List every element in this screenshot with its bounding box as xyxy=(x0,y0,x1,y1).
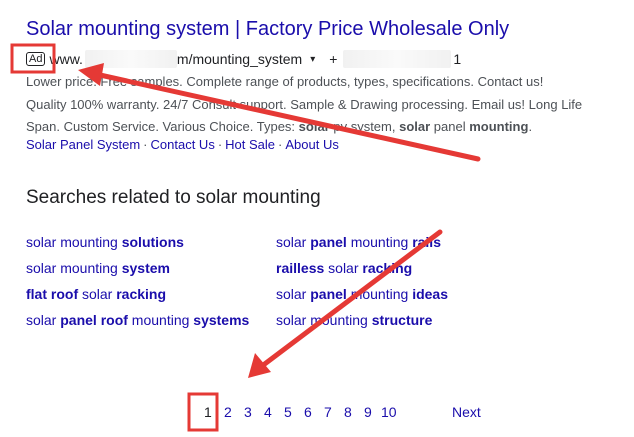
link-bold-text: rails xyxy=(412,234,441,250)
link-text: solar xyxy=(276,286,311,302)
page-link-6[interactable]: 6 xyxy=(304,404,312,420)
desc-text: Span. Custom Service. Various Choice. Ty… xyxy=(26,119,299,134)
page-link-4[interactable]: 4 xyxy=(264,404,272,420)
ad-sitelinks: Solar Panel System · Contact Us · Hot Sale · A… xyxy=(26,137,339,152)
link-text: solar mounting xyxy=(26,234,122,250)
page-current: 1 xyxy=(204,404,212,420)
link-text: solar mounting xyxy=(26,260,122,276)
sitelink-about-us[interactable]: About Us xyxy=(285,137,338,152)
link-bold-text: flat roof xyxy=(26,286,79,302)
desc-text: pv system, xyxy=(329,119,400,134)
redacted-phone-block xyxy=(343,50,452,68)
next-page-link[interactable]: Next xyxy=(452,404,481,420)
link-bold-text: racking xyxy=(362,260,413,276)
desc-text: . xyxy=(528,119,533,134)
link-bold-text: system xyxy=(121,260,170,276)
link-bold-text: panel roof xyxy=(60,312,128,328)
page-link-5[interactable]: 5 xyxy=(284,404,292,420)
ad-phone-prefix: + xyxy=(329,51,338,67)
ad-description: Lower price. Free samples. Complete rang… xyxy=(26,71,626,139)
sitelink-separator: · xyxy=(217,137,223,152)
link-text: solar mounting xyxy=(276,312,372,328)
sitelink-separator: · xyxy=(143,137,148,152)
ad-url-line: Ad www. m/mounting_system ▾ + 1 xyxy=(26,50,461,68)
related-search-link[interactable]: solar panel mounting ideas xyxy=(276,285,448,311)
related-search-link[interactable]: solar mounting system xyxy=(26,259,249,285)
related-search-link[interactable]: railless solar racking xyxy=(276,259,448,285)
sitelink-hot-sale[interactable]: Hot Sale xyxy=(225,137,275,152)
page-link-2[interactable]: 2 xyxy=(224,404,232,420)
desc-text: panel xyxy=(430,119,470,134)
link-text: solar xyxy=(324,260,363,276)
page-link-9[interactable]: 9 xyxy=(364,404,372,420)
related-search-link[interactable]: solar mounting structure xyxy=(276,311,448,337)
related-search-link[interactable]: solar panel mounting rails xyxy=(276,233,448,259)
link-text: solar xyxy=(78,286,117,302)
link-text: mounting xyxy=(346,234,413,250)
ad-description-line: Span. Custom Service. Various Choice. Ty… xyxy=(26,116,626,139)
link-text: solar xyxy=(276,234,311,250)
sitelink-contact-us[interactable]: Contact Us xyxy=(151,137,215,152)
page-link-10[interactable]: 10 xyxy=(381,404,397,420)
sitelink-separator: · xyxy=(278,137,283,152)
page-link-3[interactable]: 3 xyxy=(244,404,252,420)
link-bold-text: ideas xyxy=(412,286,448,302)
ad-title-link[interactable]: Solar mounting system | Factory Price Wh… xyxy=(26,18,509,41)
ad-phone-suffix: 1 xyxy=(453,51,462,67)
related-searches-left-column: solar mounting solutions solar mounting … xyxy=(26,233,249,337)
link-bold-text: systems xyxy=(193,312,250,328)
desc-bold: solar xyxy=(399,119,431,134)
ad-description-line: Quality 100% warranty. 24/7 Consult supp… xyxy=(26,96,583,112)
page-link-7[interactable]: 7 xyxy=(324,404,332,420)
redacted-url-block xyxy=(84,50,177,68)
link-bold-text: racking xyxy=(116,286,167,302)
desc-bold: solar xyxy=(298,119,330,134)
link-text: mounting xyxy=(346,286,413,302)
desc-bold: mounting xyxy=(469,119,529,134)
ad-options-caret-icon[interactable]: ▾ xyxy=(310,54,315,65)
ad-badge: Ad xyxy=(26,52,46,66)
page-link-8[interactable]: 8 xyxy=(344,404,352,420)
sitelink-solar-panel-system[interactable]: Solar Panel System xyxy=(26,137,140,152)
link-bold-text: solutions xyxy=(121,234,184,250)
related-searches-heading: Searches related to solar mounting xyxy=(26,187,321,208)
link-bold-text: structure xyxy=(371,312,433,328)
ad-description-line: Lower price. Free samples. Complete rang… xyxy=(26,74,544,89)
related-search-link[interactable]: flat roof solar racking xyxy=(26,285,249,311)
link-bold-text: panel xyxy=(310,286,347,302)
related-searches-right-column: solar panel mounting rails railless sola… xyxy=(276,233,448,337)
link-text: solar xyxy=(26,312,61,328)
link-bold-text: railless xyxy=(276,260,325,276)
link-bold-text: panel xyxy=(310,234,347,250)
ad-url-path[interactable]: m/mounting_system xyxy=(177,51,302,67)
ad-url-prefix[interactable]: www. xyxy=(49,51,82,67)
link-text: mounting xyxy=(127,312,194,328)
related-search-link[interactable]: solar panel roof mounting systems xyxy=(26,311,249,337)
current-page-highlight-box xyxy=(187,392,219,432)
related-search-link[interactable]: solar mounting solutions xyxy=(26,233,249,259)
